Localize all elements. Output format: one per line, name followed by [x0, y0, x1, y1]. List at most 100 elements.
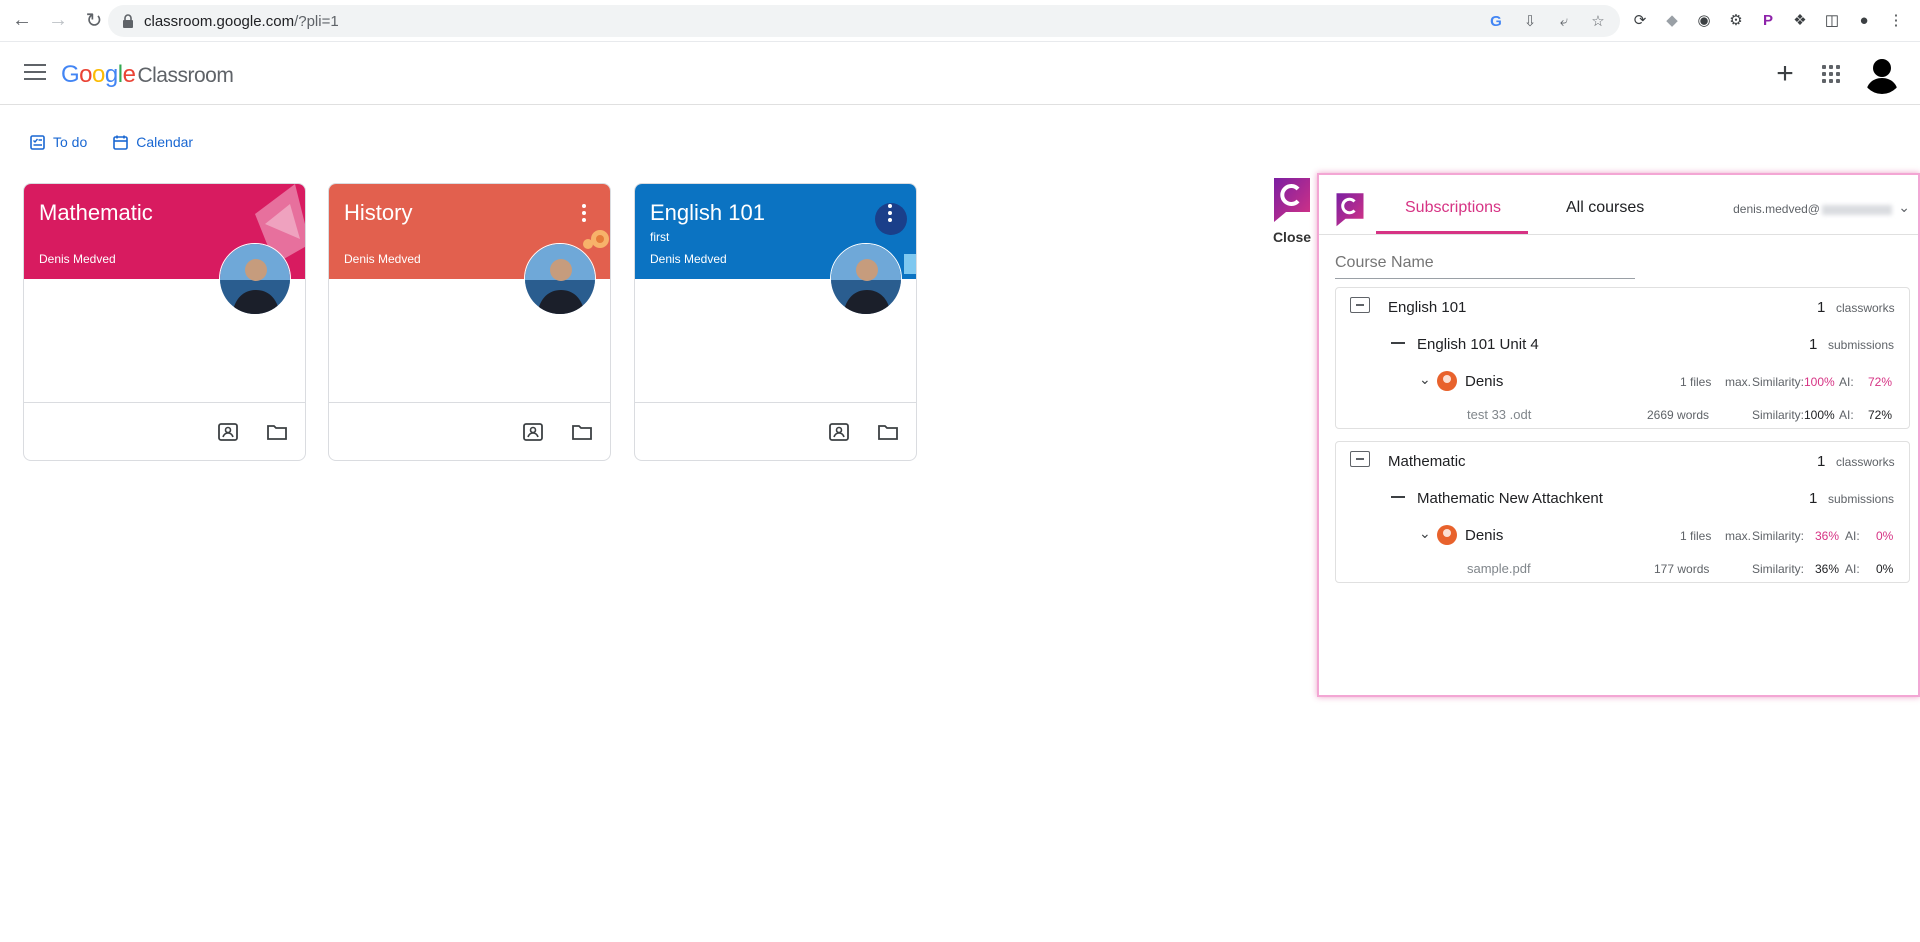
folder-icon[interactable] — [572, 423, 592, 441]
similarity-label: Similarity: — [1752, 529, 1805, 543]
extension-logo-icon — [1336, 193, 1364, 227]
install-icon[interactable]: ⇩ — [1520, 11, 1540, 31]
file-ai: 0% — [1876, 562, 1894, 576]
classroom-header: GoogleClassroom + — [0, 43, 1920, 105]
create-join-class-icon[interactable]: + — [1770, 57, 1800, 91]
assignment-row[interactable]: Mathematic New Attachkent 1 submissions — [1336, 479, 1909, 516]
course-name-input[interactable] — [1335, 247, 1635, 279]
course-row[interactable]: English 101 1 classworks — [1336, 288, 1909, 325]
browser-toolbar: ← → ↻ classroom.google.com/?pli=1 G ⇩ ⤶ … — [0, 0, 1920, 42]
google-apps-icon[interactable] — [1822, 65, 1840, 83]
address-bar[interactable]: classroom.google.com/?pli=1 G ⇩ ⤶ ☆ — [108, 5, 1620, 37]
ai-label: AI: — [1845, 562, 1860, 576]
extension-header: Subscriptions All courses denis.medved@ … — [1319, 175, 1918, 235]
similarity-max: 36% — [1815, 529, 1840, 543]
chrome-menu-icon[interactable]: ⋮ — [1886, 10, 1906, 30]
file-row[interactable]: test 33 .odt 2669 words Similarity: 100%… — [1336, 399, 1909, 431]
active-tab-indicator — [1376, 231, 1528, 234]
chevron-down-icon[interactable]: ⌄ — [1419, 525, 1431, 542]
file-name[interactable]: test 33 .odt — [1467, 407, 1531, 422]
similarity-label: Similarity: — [1752, 562, 1805, 576]
assignments-icon[interactable] — [218, 423, 238, 441]
folder-icon[interactable] — [1350, 451, 1370, 467]
card-more-icon[interactable] — [888, 204, 892, 222]
student-avatar — [1437, 525, 1457, 545]
collapse-dash-icon[interactable] — [1391, 342, 1405, 344]
ai-max: 72% — [1868, 375, 1893, 389]
extension-p-icon[interactable]: P — [1758, 10, 1778, 30]
chevron-down-icon[interactable]: ⌄ — [1419, 371, 1431, 388]
word-count: 2669 words — [1647, 408, 1710, 422]
file-row[interactable]: sample.pdf 177 words Similarity: 36% AI:… — [1336, 553, 1909, 585]
course-row[interactable]: Mathematic 1 classworks — [1336, 442, 1909, 479]
folder-icon[interactable] — [878, 423, 898, 441]
extensions-puzzle-icon[interactable]: ❖ — [1790, 10, 1810, 30]
classwork-unit: classworks — [1836, 301, 1895, 315]
side-panel-icon[interactable]: ◫ — [1822, 10, 1842, 30]
lock-icon — [123, 14, 133, 28]
student-row[interactable]: ⌄ Denis 1 files max. Similarity: 36% AI:… — [1336, 516, 1909, 553]
todo-link[interactable]: To do — [30, 134, 87, 150]
ai-label: AI: — [1845, 529, 1860, 543]
file-similarity: 36% — [1815, 562, 1840, 576]
card-footer — [24, 402, 305, 460]
google-classroom-logo[interactable]: GoogleClassroom — [61, 61, 234, 89]
extension-close-button[interactable]: Close — [1271, 176, 1313, 245]
course-title[interactable]: History — [344, 200, 595, 226]
submission-unit: submissions — [1828, 492, 1895, 506]
assignment-row[interactable]: English 101 Unit 4 1 submissions — [1336, 325, 1909, 362]
share-icon[interactable]: ⤶ — [1554, 11, 1574, 31]
teacher-photo — [830, 243, 902, 315]
extension-gear-icon[interactable]: ⚙ — [1726, 10, 1746, 30]
file-ai: 72% — [1868, 408, 1893, 422]
url-host: classroom.google.com — [144, 12, 295, 30]
assignments-icon[interactable] — [829, 423, 849, 441]
profile-icon[interactable]: ● — [1854, 10, 1874, 30]
file-similarity: 100% — [1804, 408, 1835, 422]
course-card-english-101[interactable]: English 101 first Denis Medved — [634, 183, 917, 461]
student-row[interactable]: ⌄ Denis 1 files max. Similarity: 100% AI… — [1336, 362, 1909, 399]
folder-icon[interactable] — [267, 423, 287, 441]
folder-icon[interactable] — [1350, 297, 1370, 313]
calendar-link[interactable]: Calendar — [113, 134, 193, 150]
chevron-down-icon[interactable]: ⌄ — [1898, 199, 1910, 216]
assignment-name: Mathematic New Attachkent — [1417, 490, 1603, 507]
teacher-photo — [524, 243, 596, 315]
url-path: /?pli=1 — [294, 12, 339, 30]
submission-unit: submissions — [1828, 338, 1895, 352]
file-name[interactable]: sample.pdf — [1467, 561, 1531, 576]
card-more-icon[interactable] — [582, 204, 586, 222]
course-name: English 101 — [1388, 299, 1467, 316]
main-menu-icon[interactable] — [24, 64, 46, 82]
tab-all-courses[interactable]: All courses — [1566, 199, 1644, 217]
student-avatar — [1437, 371, 1457, 391]
extension-diamond-icon[interactable]: ◆ — [1662, 10, 1682, 30]
student-name: Denis — [1465, 373, 1504, 390]
files-count: 1 files — [1680, 375, 1712, 389]
course-card-mathematic[interactable]: Mathematic Denis Medved — [23, 183, 306, 461]
plagiarism-extension-panel: Subscriptions All courses denis.medved@ … — [1317, 173, 1920, 697]
google-lens-icon[interactable]: G — [1486, 11, 1506, 31]
teacher-photo — [219, 243, 291, 315]
assignments-icon[interactable] — [523, 423, 543, 441]
similarity-max: 100% — [1804, 375, 1835, 389]
reload-icon[interactable]: ↻ — [80, 7, 108, 35]
ai-label: AI: — [1839, 375, 1854, 389]
logo-product: Classroom — [137, 64, 234, 87]
classwork-unit: classworks — [1836, 455, 1895, 469]
card-footer — [635, 402, 916, 460]
extension-c-icon[interactable]: ◉ — [1694, 10, 1714, 30]
course-teacher: Denis Medved — [344, 252, 421, 266]
tab-subscriptions[interactable]: Subscriptions — [1405, 199, 1501, 217]
bookmark-star-icon[interactable]: ☆ — [1588, 11, 1608, 31]
back-icon[interactable]: ← — [8, 7, 36, 35]
sync-extension-icon[interactable]: ⟳ — [1630, 10, 1650, 30]
course-card-history[interactable]: History Denis Medved — [328, 183, 611, 461]
max-label: max. — [1725, 529, 1752, 543]
course-group: English 101 1 classworks English 101 Uni… — [1335, 287, 1910, 429]
account-avatar[interactable] — [1862, 54, 1902, 94]
forward-icon[interactable]: → — [44, 7, 72, 35]
similarity-label: Similarity: — [1752, 408, 1805, 422]
collapse-dash-icon[interactable] — [1391, 496, 1405, 498]
account-email[interactable]: denis.medved@ — [1733, 202, 1892, 216]
